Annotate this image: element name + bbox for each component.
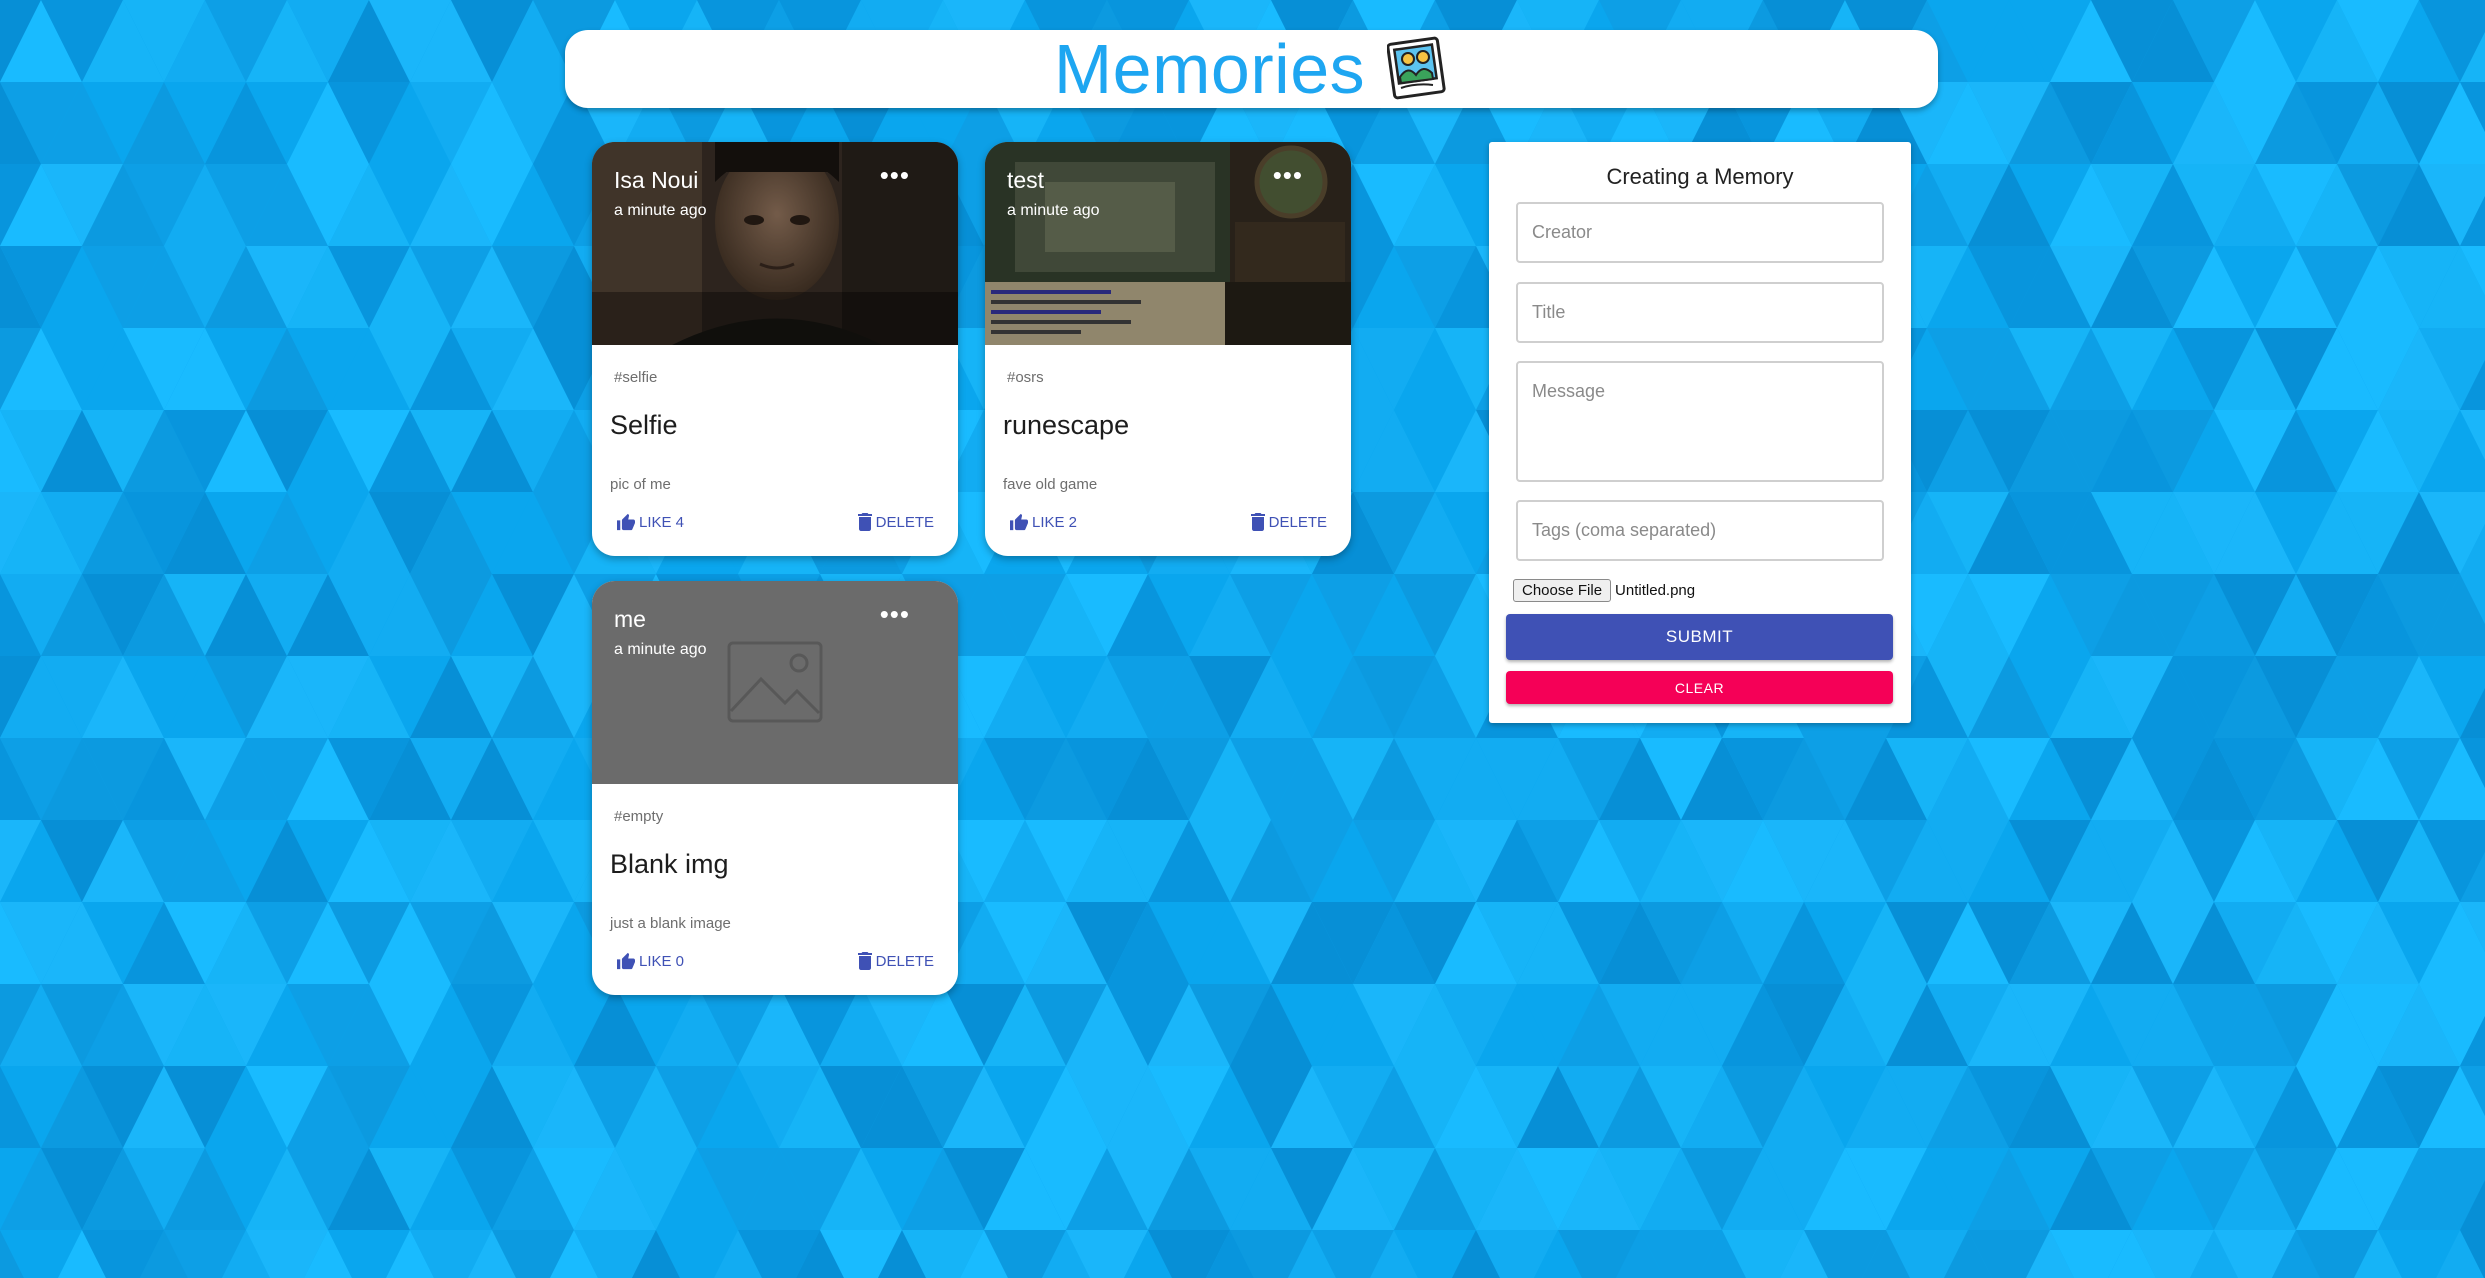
like-button[interactable]: LIKE 2: [1009, 513, 1077, 531]
more-options-icon[interactable]: •••: [880, 162, 910, 188]
message-input[interactable]: [1516, 361, 1884, 482]
more-options-icon[interactable]: •••: [880, 601, 910, 627]
thumb-up-icon: [617, 952, 635, 970]
delete-button[interactable]: DELETE: [1250, 513, 1327, 531]
trash-icon: [857, 513, 872, 531]
delete-button[interactable]: DELETE: [857, 513, 934, 531]
post-title: runescape: [1003, 410, 1130, 440]
delete-label: DELETE: [875, 952, 934, 970]
submit-button[interactable]: SUBMIT: [1506, 614, 1893, 660]
trash-icon: [1250, 513, 1265, 531]
trash-icon: [857, 952, 872, 970]
post-image-runescape: test a minute ago •••: [985, 142, 1351, 345]
form-heading: Creating a Memory: [1606, 164, 1794, 189]
app-bar: Memories: [565, 30, 1938, 108]
thumb-up-icon: [1010, 513, 1028, 531]
post-creator: Isa Noui: [614, 167, 699, 193]
post-card: Isa Noui a minute ago ••• #selfie Selfie…: [592, 142, 958, 556]
more-options-icon[interactable]: •••: [1273, 162, 1303, 188]
clear-button[interactable]: CLEAR: [1506, 671, 1893, 704]
like-button[interactable]: LIKE 4: [616, 513, 684, 531]
post-time: a minute ago: [1007, 202, 1100, 219]
like-label: LIKE 2: [1032, 513, 1078, 531]
image-placeholder-icon: [727, 641, 823, 723]
like-button[interactable]: LIKE 0: [616, 952, 684, 970]
creator-input[interactable]: [1516, 202, 1884, 263]
post-title: Selfie: [610, 410, 678, 440]
delete-button[interactable]: DELETE: [857, 952, 934, 970]
post-tags: #osrs: [1007, 369, 1044, 386]
thumb-up-icon: [617, 513, 635, 531]
post-message: pic of me: [610, 476, 671, 493]
post-time: a minute ago: [614, 202, 707, 219]
post-card: me a minute ago ••• #empty Blank img jus…: [592, 581, 958, 995]
post-message: fave old game: [1003, 476, 1098, 493]
app-title: Memories: [1053, 30, 1366, 108]
post-tags: #empty: [614, 808, 664, 825]
like-label: LIKE 4: [639, 513, 685, 531]
post-title: Blank img: [610, 849, 729, 879]
post-creator: me: [614, 606, 646, 632]
post-message: just a blank image: [610, 915, 731, 932]
post-image-selfie: Isa Noui a minute ago •••: [592, 142, 958, 345]
tags-input[interactable]: [1516, 500, 1884, 561]
choose-file-button[interactable]: Choose File: [1513, 579, 1612, 602]
delete-label: DELETE: [875, 513, 934, 531]
delete-label: DELETE: [1268, 513, 1327, 531]
create-memory-form: Creating a Memory Choose File Untitled.p…: [1489, 142, 1911, 723]
memories-photo-icon: [1386, 33, 1449, 106]
post-creator: test: [1007, 167, 1045, 193]
file-input: Choose File Untitled.png: [1513, 579, 1695, 602]
file-name: Untitled.png: [1615, 582, 1696, 599]
like-label: LIKE 0: [639, 952, 685, 970]
post-tags: #selfie: [614, 369, 658, 386]
post-image-blank: me a minute ago •••: [592, 581, 958, 784]
title-input[interactable]: [1516, 282, 1884, 343]
post-time: a minute ago: [614, 641, 707, 658]
post-card: test a minute ago ••• #osrs runescape fa…: [985, 142, 1351, 556]
